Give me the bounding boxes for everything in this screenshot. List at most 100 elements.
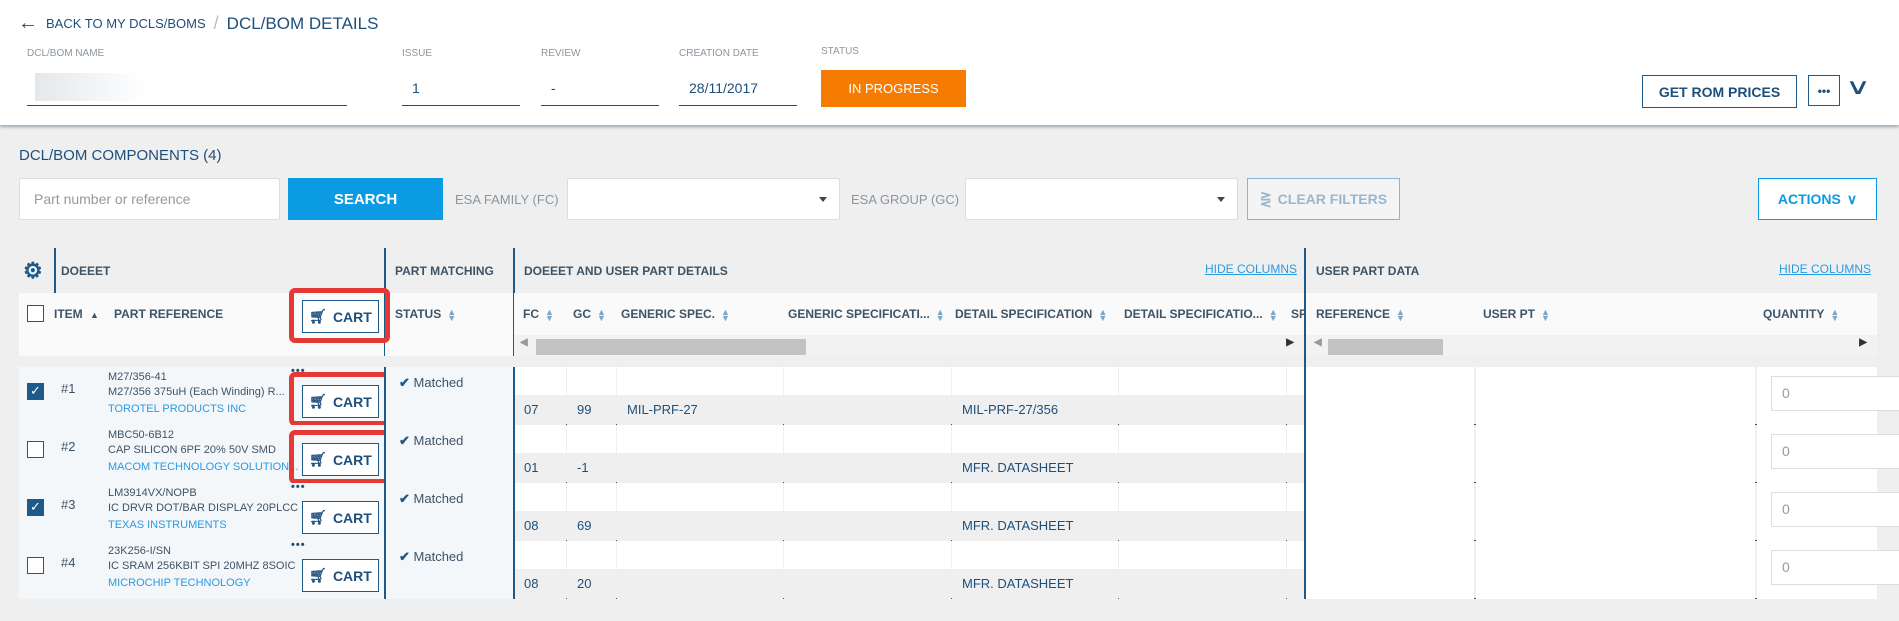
cell-value: 20 xyxy=(567,569,616,599)
group-part-matching: PART MATCHING STATUS ▲ ▼ xyxy=(385,248,513,356)
review-field[interactable]: - xyxy=(541,68,659,106)
col-reference[interactable]: REFERENCE ▲ ▼ xyxy=(1316,307,1405,322)
back-link[interactable]: BACK TO MY DCLS/BOMS xyxy=(46,16,206,31)
manufacturer-link[interactable]: MICROCHIP TECHNOLOGY xyxy=(108,577,251,589)
manufacturer-link[interactable]: TOROTEL PRODUCTS INC xyxy=(108,403,246,415)
review-label: REVIEW xyxy=(541,48,581,59)
hide-columns-details-link[interactable]: HIDE COLUMNS xyxy=(1205,262,1297,276)
cell-value: MFR. DATASHEET xyxy=(952,453,1118,483)
col-quantity[interactable]: QUANTITY ▲ ▼ xyxy=(1763,307,1839,322)
more-options-button[interactable]: ••• xyxy=(1808,75,1840,106)
match-status: Matched xyxy=(413,491,464,506)
quantity-input[interactable]: 0 xyxy=(1771,550,1899,585)
empty-cell xyxy=(1287,425,1304,483)
user-scrollbar[interactable]: ◀ ▶ xyxy=(1306,335,1877,356)
select-all-checkbox[interactable] xyxy=(27,305,44,322)
collapse-chevron-icon[interactable]: ∨ xyxy=(1845,74,1871,100)
reference-cell xyxy=(1306,425,1474,483)
status-cell: ✔ Matched xyxy=(385,425,513,483)
col-generic-spec[interactable]: GENERIC SPEC. ▲ ▼ xyxy=(621,307,730,322)
esa-group-select[interactable] xyxy=(965,178,1238,220)
col-detail-spec[interactable]: DETAIL SPECIFICATION ▲ ▼ xyxy=(955,307,1107,322)
col-user-pt[interactable]: USER PT ▲ ▼ xyxy=(1483,307,1550,322)
row-checkbox[interactable]: ✓ xyxy=(27,383,44,400)
part-part: MBC50-6B12 xyxy=(108,429,175,441)
col-item[interactable]: ITEM ▲ xyxy=(54,307,99,321)
row-more-icon[interactable]: ••• xyxy=(291,481,306,493)
cell-value xyxy=(784,569,951,599)
manufacturer-link[interactable]: MACOM TECHNOLOGY SOLUTION... xyxy=(108,461,298,473)
item-number: #1 xyxy=(61,381,76,396)
doeeet-cell: #4 23K256-I/SN IC SRAM 256KBIT SPI 20MHZ 8… xyxy=(19,539,384,599)
creation-date-field[interactable]: 28/11/2017 xyxy=(679,68,797,106)
clear-filters-label: CLEAR FILTERS xyxy=(1277,191,1388,207)
quantity-cell: 0 xyxy=(1757,483,1899,541)
name-field[interactable] xyxy=(27,68,347,106)
row-checkbox[interactable] xyxy=(27,557,44,574)
empty-cell xyxy=(1119,367,1286,425)
cart-button[interactable]: 🛒︎ CART xyxy=(302,559,379,592)
col-status[interactable]: STATUS ▲ ▼ xyxy=(395,307,456,322)
user-pt-cell xyxy=(1476,367,1755,425)
generic-cell xyxy=(617,483,783,541)
group-details-title: DOEEET AND USER PART DETAILS xyxy=(524,264,728,278)
details-scrollbar[interactable]: ◀ ▶ xyxy=(514,335,1304,356)
cell-value xyxy=(617,453,783,483)
status-cell: ✔ Matched xyxy=(385,367,513,425)
col-detail-specification[interactable]: DETAIL SPECIFICATIO... ▲ ▼ xyxy=(1124,307,1278,322)
quantity-input[interactable]: 0 xyxy=(1771,492,1899,527)
user-pt-cell xyxy=(1476,483,1755,541)
part-desc: IC DRVR DOT/BAR DISPLAY 20PLCC xyxy=(108,502,299,514)
actions-label: ACTIONS xyxy=(1777,191,1841,207)
page-title: DCL/BOM DETAILS xyxy=(226,13,379,33)
empty-cell xyxy=(1287,541,1304,599)
fc-cell: 08 xyxy=(514,541,566,599)
empty-cell xyxy=(1119,483,1286,541)
components-title: DCL/BOM COMPONENTS (4) xyxy=(19,147,222,164)
empty-cell xyxy=(784,367,951,425)
part-part: M27/356-41 xyxy=(108,371,167,383)
manufacturer-link[interactable]: TEXAS INSTRUMENTS xyxy=(108,519,227,531)
back-arrow-icon[interactable]: ← xyxy=(18,12,38,35)
part-search-input[interactable]: Part number or reference xyxy=(19,178,280,220)
empty-cell xyxy=(784,541,951,599)
esa-group-label: ESA GROUP (GC) xyxy=(851,192,960,207)
detail-cell: MFR. DATASHEET xyxy=(952,425,1118,483)
col-gc[interactable]: GC ▲ ▼ xyxy=(573,307,606,322)
cell-value: 99 xyxy=(567,395,616,425)
quantity-cell: 0 xyxy=(1757,425,1899,483)
esa-family-select[interactable] xyxy=(567,178,840,220)
row-checkbox[interactable]: ✓ xyxy=(27,499,44,516)
redacted-name xyxy=(35,73,145,101)
cell-value: MIL-PRF-27 xyxy=(617,395,783,425)
status-badge[interactable]: IN PROGRESS xyxy=(821,70,966,107)
row-more-icon[interactable]: ••• xyxy=(291,539,306,551)
quantity-input[interactable]: 0 xyxy=(1771,434,1899,469)
group-details: DOEEET AND USER PART DETAILS HIDE COLUMN… xyxy=(514,248,1307,356)
group-user-title: USER PART DATA xyxy=(1316,264,1420,278)
issue-field[interactable]: 1 xyxy=(402,68,520,106)
row-checkbox[interactable] xyxy=(27,441,44,458)
reference-cell xyxy=(1306,367,1474,425)
col-fc[interactable]: FC ▲ ▼ xyxy=(523,307,554,322)
part-desc: M27/356 375uH (Each Winding) R... xyxy=(108,386,285,398)
search-button[interactable]: SEARCH xyxy=(288,178,443,220)
check-icon: ✔ xyxy=(399,491,410,506)
col-part-reference[interactable]: PART REFERENCE xyxy=(114,307,223,321)
fc-cell: 07 xyxy=(514,367,566,425)
get-rom-prices-button[interactable]: GET ROM PRICES xyxy=(1642,75,1797,108)
cart-icon: 🛒︎ xyxy=(309,567,327,583)
cart-button[interactable]: 🛒︎ CART xyxy=(302,501,379,534)
cell-value xyxy=(1119,453,1286,483)
actions-dropdown[interactable]: ACTIONS ∨ xyxy=(1758,178,1877,220)
hide-columns-user-link[interactable]: HIDE COLUMNS xyxy=(1779,262,1871,276)
issue-label: ISSUE xyxy=(402,48,433,59)
gear-icon[interactable]: ⚙ xyxy=(23,258,43,284)
col-generic-specification[interactable]: GENERIC SPECIFICATI... ▲ ▼ xyxy=(788,307,945,322)
match-status: Matched xyxy=(413,549,464,564)
quantity-input[interactable]: 0 xyxy=(1771,376,1899,411)
dropdown-caret-icon xyxy=(1217,197,1225,206)
clear-filters-button[interactable]: ⋛ CLEAR FILTERS xyxy=(1247,178,1400,220)
gc-cell: 99 xyxy=(567,367,616,425)
doeeet-cell: ✓ #3 LM3914VX/NOPB IC DRVR DOT/BAR DISPLAY … xyxy=(19,481,384,541)
